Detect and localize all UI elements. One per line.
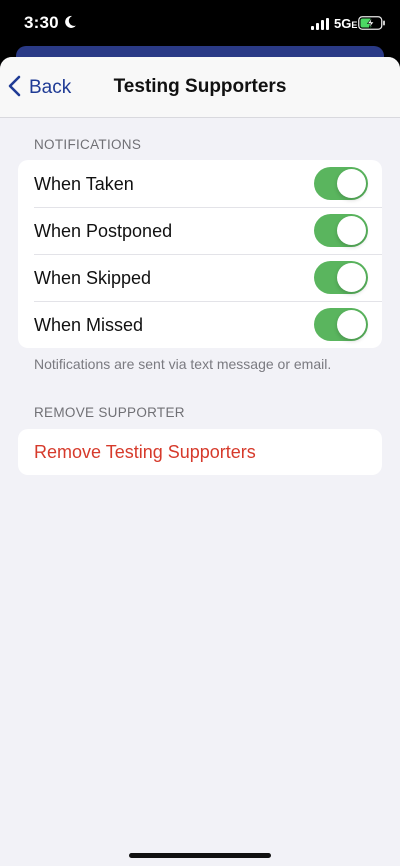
signal-icon (311, 17, 329, 35)
network-label: 5G (334, 16, 352, 31)
notification-label: When Missed (34, 315, 144, 335)
notification-row-skipped: When Skipped (18, 254, 382, 301)
notifications-group: When Taken When Postponed When Skipped W… (18, 160, 382, 348)
when-postponed-toggle[interactable] (314, 214, 368, 247)
remove-supporter-label: Remove Testing Supporters (34, 442, 256, 462)
remove-supporter-button[interactable]: Remove Testing Supporters (18, 429, 382, 475)
remove-supporter-header: REMOVE SUPPORTER (34, 405, 185, 420)
modal-sheet: Back Testing Supporters NOTIFICATIONS Wh… (0, 57, 400, 866)
notification-row-missed: When Missed (18, 301, 382, 348)
when-taken-toggle[interactable] (314, 167, 368, 200)
notification-label: When Skipped (34, 268, 152, 288)
toggle-knob (337, 310, 366, 339)
battery-charging-icon (358, 16, 386, 35)
notifications-footer: Notifications are sent via text message … (34, 356, 332, 372)
navigation-bar: Back Testing Supporters (0, 57, 400, 118)
notification-row-taken: When Taken (18, 160, 382, 207)
home-indicator (129, 853, 271, 858)
toggle-knob (337, 216, 366, 245)
notification-label: When Taken (34, 174, 134, 194)
when-missed-toggle[interactable] (314, 308, 368, 341)
network-suffix: E (351, 20, 358, 30)
notifications-header: NOTIFICATIONS (34, 137, 142, 152)
remove-supporter-group: Remove Testing Supporters (18, 429, 382, 475)
status-time: 3:30 (24, 13, 59, 32)
notification-label: When Postponed (34, 221, 173, 241)
network-type: 5GE (334, 16, 357, 31)
toggle-knob (337, 263, 366, 292)
moon-icon (63, 15, 77, 34)
when-skipped-toggle[interactable] (314, 261, 368, 294)
toggle-knob (337, 169, 366, 198)
status-bar: 3:30 5GE (0, 0, 400, 48)
notification-row-postponed: When Postponed (18, 207, 382, 254)
page-title: Testing Supporters (113, 76, 287, 97)
